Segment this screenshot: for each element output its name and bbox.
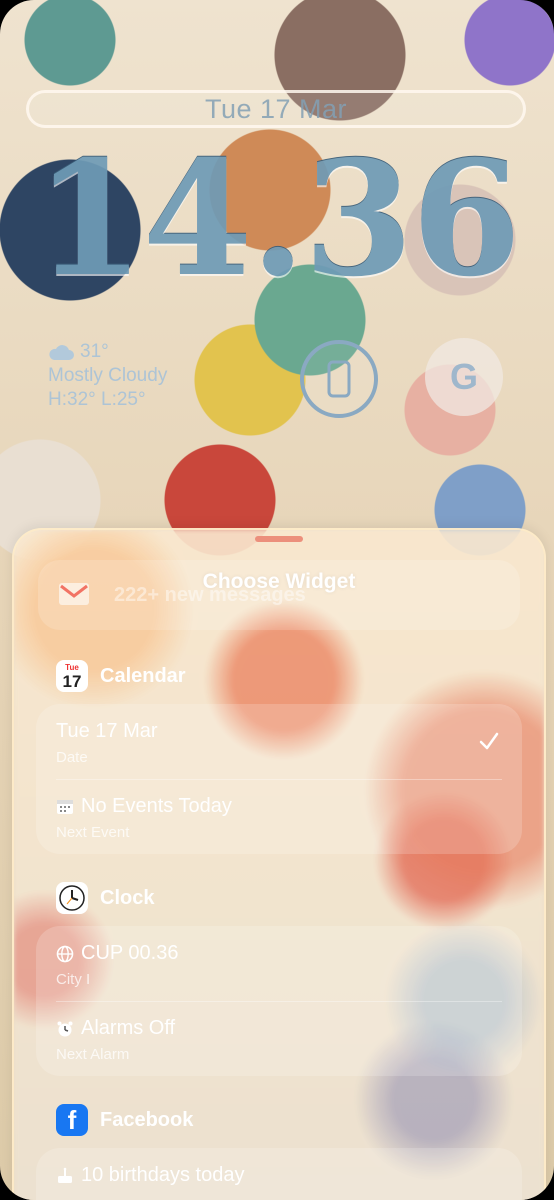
- choose-widget-sheet: 222+ new messages Choose Widget Tue 17 C…: [12, 528, 546, 1200]
- clock-label: Clock: [100, 886, 155, 909]
- weather-range: H:32° L:25°: [48, 389, 146, 410]
- item-title: 10 birthdays today: [81, 1164, 245, 1186]
- calendar-icon: Tue 17: [56, 660, 88, 692]
- cloud-icon: [49, 345, 74, 360]
- sheet-grabber[interactable]: [255, 536, 303, 542]
- lock-screen: Tue 17 Mar 14.36 31° Mostly Cloudy H:32°…: [0, 0, 554, 1200]
- date-widget[interactable]: Tue 17 Mar: [26, 90, 526, 128]
- checkmark-icon: [479, 732, 499, 750]
- facebook-icon: f: [56, 1104, 88, 1136]
- globe-icon: [56, 945, 74, 962]
- facebook-section-header: f Facebook: [56, 1104, 193, 1136]
- alarm-icon: [57, 1021, 73, 1036]
- clock-widget-group: CUP 00.36 City I Alarms Off Next Alarm: [36, 926, 522, 1076]
- list-item-world-clock[interactable]: CUP 00.36 City I: [56, 942, 502, 988]
- weather-widget[interactable]: 31° Mostly Cloudy H:32° L:25°: [48, 340, 167, 412]
- divider: [56, 779, 502, 780]
- clock-section-header: Clock: [56, 882, 154, 914]
- weather-temp: 31°: [80, 341, 109, 362]
- item-subtitle: Date: [56, 749, 88, 766]
- sheet-title: Choose Widget: [202, 570, 356, 593]
- phone-icon: [327, 360, 351, 398]
- item-title: Alarms Off: [81, 1017, 176, 1039]
- item-title: No Events Today: [81, 795, 232, 817]
- time-display[interactable]: 14.36: [0, 140, 554, 300]
- divider: [56, 1001, 502, 1002]
- google-icon: G: [449, 356, 478, 397]
- list-item-next-event[interactable]: No Events Today Next Event: [56, 795, 502, 841]
- cake-icon: [58, 1167, 72, 1183]
- calendar-label: Calendar: [100, 664, 186, 687]
- list-item-next-alarm[interactable]: Alarms Off Next Alarm: [56, 1017, 502, 1063]
- clock-icon: [56, 882, 88, 914]
- facebook-widget-group: 10 birthdays today: [36, 1148, 522, 1200]
- weather-condition: Mostly Cloudy: [48, 365, 168, 386]
- facebook-label: Facebook: [100, 1108, 194, 1131]
- item-title: Tue 17 Mar: [56, 720, 158, 742]
- date-text: Tue 17 Mar: [204, 93, 348, 124]
- list-item-date[interactable]: Tue 17 Mar Date: [56, 720, 502, 766]
- calendar-mini-icon: [57, 799, 73, 814]
- calendar-section-header: Tue 17 Calendar: [56, 660, 186, 692]
- item-subtitle: City I: [56, 971, 91, 988]
- calendar-widget-group: Tue 17 Mar Date No Events Today Next Eve…: [36, 704, 522, 854]
- list-item-birthdays[interactable]: 10 birthdays today: [56, 1164, 502, 1187]
- item-subtitle: Next Event: [56, 824, 130, 841]
- item-subtitle: Next Alarm: [56, 1046, 130, 1063]
- phone-widget-button[interactable]: [300, 340, 378, 418]
- item-title: CUP 00.36: [81, 942, 179, 964]
- google-widget-button[interactable]: G: [425, 338, 503, 416]
